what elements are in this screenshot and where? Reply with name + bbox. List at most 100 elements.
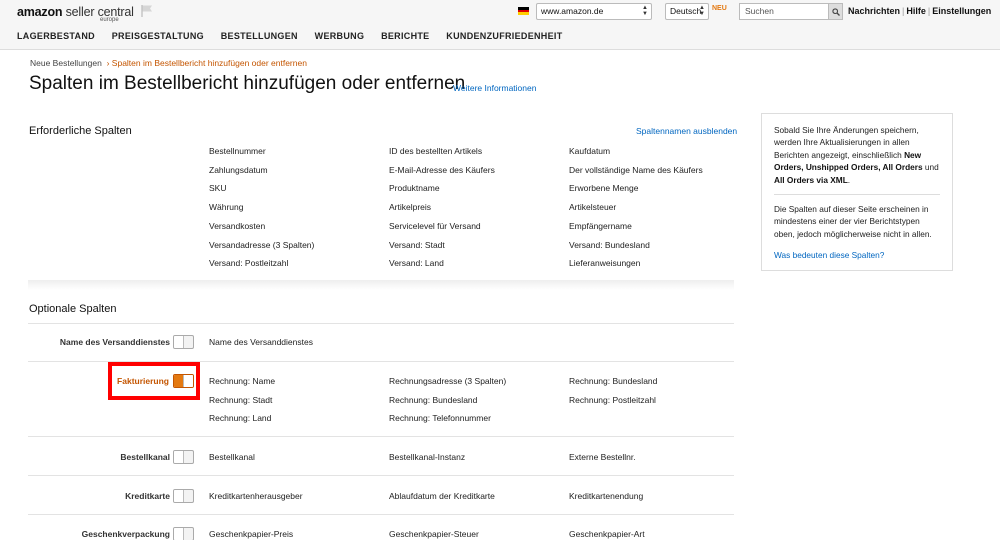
toggle-knob — [174, 490, 184, 502]
germany-flag-icon — [518, 7, 529, 15]
more-info-link[interactable]: Weitere Informationen — [453, 83, 536, 93]
toggle-knob — [183, 375, 193, 387]
optional-column-name: Name des Versanddienstes — [209, 337, 313, 347]
optional-column-name: Rechnung: Name — [209, 376, 276, 386]
marketplace-value: www.amazon.de — [541, 6, 604, 16]
required-column-name: Versand: Postleitzahl — [209, 258, 289, 268]
page-title: Spalten im Bestellbericht hinzufügen ode… — [29, 73, 466, 94]
optional-column-name: Ablaufdatum der Kreditkarte — [389, 491, 495, 501]
optional-column-name: Geschenkpapier-Steuer — [389, 529, 479, 539]
main-nav: LAGERBESTAND PREISGESTALTUNG BESTELLUNGE… — [17, 31, 577, 41]
row-divider — [28, 361, 734, 362]
required-column-name: Erworbene Menge — [569, 183, 639, 193]
required-column-name: Artikelsteuer — [569, 202, 617, 212]
required-column-name: Lieferanweisungen — [569, 258, 641, 268]
required-column-name: Der vollständige Name des Käufers — [569, 165, 703, 175]
required-column-name: Versand: Stadt — [389, 240, 445, 250]
optional-column-name: Rechnung: Telefonnummer — [389, 413, 491, 423]
new-badge: NEU — [712, 5, 727, 12]
nav-customer-satisfaction[interactable]: KUNDENZUFRIEDENHEIT — [446, 31, 562, 41]
nav-pricing[interactable]: PREISGESTALTUNG — [112, 31, 204, 41]
section-divider — [28, 280, 734, 290]
optional-group-label: Geschenkverpackung — [81, 529, 170, 539]
row-divider — [28, 475, 734, 476]
toggle-knob — [174, 528, 184, 540]
search-placeholder: Suchen — [745, 6, 774, 16]
required-column-name: ID des bestellten Artikels — [389, 146, 483, 156]
required-column-name: Empfängername — [569, 221, 632, 231]
nav-advertising[interactable]: WERBUNG — [315, 31, 365, 41]
required-column-name: Kaufdatum — [569, 146, 611, 156]
optional-group-label: Bestellkanal — [120, 452, 170, 462]
flag-icon[interactable] — [140, 4, 154, 17]
select-arrows-icon: ▲ ▼ — [699, 5, 705, 17]
row-divider — [28, 323, 734, 324]
top-header: amazon seller central europe www.amazon.… — [0, 0, 1000, 50]
column-group-toggle[interactable] — [173, 335, 194, 349]
optional-column-name: Rechnung: Bundesland — [389, 394, 478, 405]
row-divider — [28, 514, 734, 515]
optional-column-name: Bestellkanal — [209, 452, 255, 462]
marketplace-select[interactable]: www.amazon.de ▲ ▼ — [536, 3, 652, 20]
select-arrows-icon: ▲ ▼ — [642, 5, 648, 17]
column-group-toggle[interactable] — [173, 450, 194, 464]
nav-inventory[interactable]: LAGERBESTAND — [17, 31, 95, 41]
optional-column-name: Geschenkpapier-Preis — [209, 529, 294, 539]
optional-column-name: Rechnung: Postleitzahl — [569, 394, 656, 405]
required-column-name: Versandadresse (3 Spalten) — [209, 240, 315, 250]
required-column-name: Versandkosten — [209, 221, 266, 231]
language-value: Deutsch — [670, 6, 702, 16]
required-columns-heading: Erforderliche Spalten — [29, 125, 132, 137]
optional-column-name: Bestellkanal-Instanz — [389, 452, 466, 462]
panel-divider — [774, 194, 940, 196]
messages-link[interactable]: Nachrichten — [848, 6, 900, 16]
breadcrumb: Neue Bestellungen › Spalten im Bestellbe… — [30, 58, 307, 68]
optional-column-name: Kreditkartenherausgeber — [209, 491, 303, 501]
required-column-name: Servicelevel für Versand — [389, 221, 481, 231]
optional-group-label: Fakturierung — [117, 376, 169, 386]
required-column-name: Produktname — [389, 183, 440, 193]
settings-link[interactable]: Einstellungen — [932, 6, 991, 16]
required-column-name: Versand: Bundesland — [569, 240, 650, 250]
required-column-name: Artikelpreis — [389, 202, 432, 212]
search-button[interactable] — [828, 3, 843, 20]
optional-column-name: Externe Bestellnr. — [569, 452, 636, 462]
logo-region: europe — [100, 17, 119, 23]
top-links: Nachrichten | Hilfe | Einstellungen — [848, 6, 992, 16]
language-select[interactable]: Deutsch ▲ ▼ — [665, 3, 709, 20]
optional-column-name: Rechnung: Bundesland — [569, 376, 658, 386]
optional-column-name: Rechnungsadresse (3 Spalten) — [389, 376, 507, 386]
optional-column-name: Geschenkpapier-Art — [569, 529, 645, 539]
toggle-fill — [174, 375, 183, 387]
column-group-toggle[interactable] — [173, 527, 194, 540]
row-divider — [28, 436, 734, 437]
optional-column-name: Rechnung: Stadt — [209, 394, 273, 405]
column-group-toggle[interactable] — [173, 374, 194, 388]
toggle-knob — [174, 451, 184, 463]
what-are-columns-link[interactable]: Was bedeuten diese Spalten? — [774, 249, 940, 261]
breadcrumb-parent[interactable]: Neue Bestellungen — [30, 58, 102, 68]
nav-reports[interactable]: BERICHTE — [381, 31, 429, 41]
logo-brand: amazon — [17, 5, 63, 19]
hide-column-names-link[interactable]: Spaltennamen ausblenden — [636, 126, 737, 136]
seller-central-logo[interactable]: amazon seller central europe — [17, 3, 134, 23]
column-group-toggle[interactable] — [173, 489, 194, 503]
optional-group-label: Name des Versanddienstes — [59, 337, 170, 347]
info-text-reports: Sobald Sie Ihre Änderungen speichern, we… — [774, 125, 939, 185]
required-column-name: Zahlungsdatum — [209, 165, 268, 175]
required-column-name: Bestellnummer — [209, 146, 266, 156]
optional-column-name: Rechnung: Land — [209, 413, 272, 423]
required-column-name: Währung — [209, 202, 244, 212]
optional-columns-heading: Optionale Spalten — [29, 303, 117, 315]
breadcrumb-current: Spalten im Bestellbericht hinzufügen ode… — [111, 58, 307, 68]
help-link[interactable]: Hilfe — [906, 6, 926, 16]
breadcrumb-separator: › — [106, 58, 110, 68]
nav-orders[interactable]: BESTELLUNGEN — [221, 31, 298, 41]
required-column-name: E-Mail-Adresse des Käufers — [389, 165, 495, 175]
optional-group-label: Kreditkarte — [125, 491, 170, 501]
optional-column-name: Kreditkartenendung — [569, 491, 644, 501]
info-text-columns: Die Spalten auf dieser Seite erscheinen … — [774, 204, 932, 239]
toggle-knob — [174, 336, 184, 348]
info-panel: Sobald Sie Ihre Änderungen speichern, we… — [761, 113, 953, 271]
required-column-name: SKU — [209, 183, 227, 193]
